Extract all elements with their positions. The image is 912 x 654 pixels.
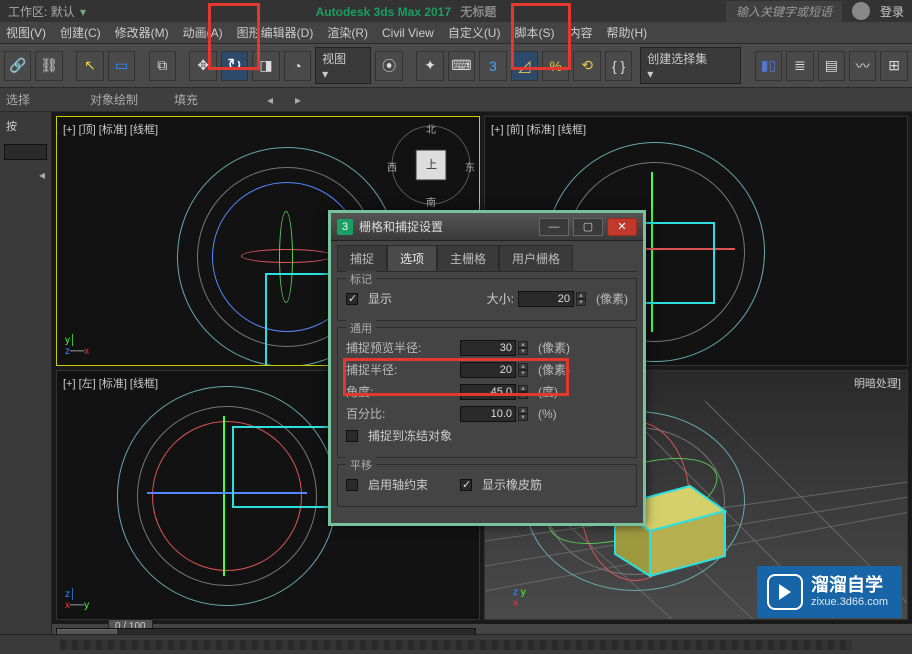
display-label: 显示 xyxy=(368,290,392,307)
group-general-title: 通用 xyxy=(346,320,376,336)
axis-constraint-label: 启用轴约束 xyxy=(368,476,428,493)
curve-editor-button[interactable]: 〰 xyxy=(849,51,876,81)
angle-label: 角度: xyxy=(346,383,456,400)
viewport-top-label: [+] [顶] [标准] [线框] xyxy=(63,121,158,137)
minimize-button[interactable]: — xyxy=(539,218,569,236)
scene-explorer-label: 按 xyxy=(0,112,51,140)
app-icon: 3 xyxy=(337,219,353,235)
menu-content[interactable]: 内容 xyxy=(568,24,592,41)
menu-animation[interactable]: 动画(A) xyxy=(183,24,223,41)
workspace-label: 工作区: 默认 ▾ xyxy=(8,3,86,20)
snap-frozen-label: 捕捉到冻结对象 xyxy=(368,427,452,444)
group-translate-title: 平移 xyxy=(346,457,376,473)
preview-radius-input[interactable] xyxy=(460,340,516,356)
viewcube-face[interactable]: 上 xyxy=(426,156,437,172)
timeline-track[interactable] xyxy=(60,640,852,650)
subbar-arrow-prev[interactable]: ◂ xyxy=(254,89,280,111)
mirror-button[interactable]: ▮▯ xyxy=(755,51,782,81)
size-label: 大小: xyxy=(487,290,514,307)
viewcube[interactable]: 上 北 南 西 东 xyxy=(389,123,473,207)
size-spinner-down[interactable]: ▾ xyxy=(576,299,586,306)
axis-constraint-checkbox[interactable] xyxy=(346,479,358,491)
percent-input[interactable] xyxy=(460,406,516,422)
select-region-button[interactable]: ▭ xyxy=(108,51,135,81)
display-checkbox[interactable] xyxy=(346,293,358,305)
percent-snap-button[interactable]: % xyxy=(542,51,569,81)
named-sel-dropdown[interactable]: 创建选择集 ▾ xyxy=(640,47,741,84)
search-input[interactable]: 输入关键字或短语 xyxy=(726,1,842,22)
layer-button[interactable]: ▤ xyxy=(818,51,845,81)
menu-rendering[interactable]: 渲染(R) xyxy=(327,24,368,41)
tab-options[interactable]: 选项 xyxy=(387,245,437,271)
menu-graph-editors[interactable]: 图形编辑器(D) xyxy=(237,24,314,41)
snap-radius-label: 捕捉半径: xyxy=(346,361,456,378)
axis-indicator-left: z│ x──y xyxy=(65,589,89,611)
close-button[interactable]: ✕ xyxy=(607,218,637,236)
viewport-front-label: [+] [前] [标准] [线框] xyxy=(491,121,586,137)
ref-coord-dropdown[interactable]: 视图 ▾ xyxy=(315,47,371,84)
spinner-snap-button[interactable]: ⟲ xyxy=(573,51,600,81)
align-button[interactable]: ≣ xyxy=(786,51,813,81)
select-manipulate-button[interactable]: ✦ xyxy=(416,51,443,81)
select-rotate-button[interactable]: ↻ xyxy=(221,51,248,81)
maximize-button[interactable]: ▢ xyxy=(573,218,603,236)
sign-in-link[interactable]: 登录 xyxy=(880,3,904,20)
edit-named-sel-button[interactable]: { } xyxy=(605,51,632,81)
menu-help[interactable]: 帮助(H) xyxy=(607,24,648,41)
menu-civilview[interactable]: Civil View xyxy=(382,26,434,40)
panel-collapse-icon[interactable]: ◂ xyxy=(0,164,51,186)
menu-view[interactable]: 视图(V) xyxy=(6,24,46,41)
play-icon xyxy=(767,574,803,610)
percent-unit: (%) xyxy=(538,407,557,421)
size-spinner-up[interactable]: ▴ xyxy=(576,292,586,299)
snap-frozen-checkbox[interactable] xyxy=(346,430,358,442)
snap-radius-input[interactable] xyxy=(460,362,516,378)
angle-unit: (度) xyxy=(538,383,558,400)
subbar-arrow-next[interactable]: ▸ xyxy=(282,89,308,111)
watermark-url: zixue.3d66.com xyxy=(811,596,888,609)
keyboard-shortcut-button[interactable]: ⌨ xyxy=(448,51,475,81)
subbar-select[interactable]: 选择 xyxy=(0,91,84,108)
dialog-titlebar[interactable]: 3 栅格和捕捉设置 — ▢ ✕ xyxy=(331,213,643,241)
use-pivot-button[interactable]: ⦿ xyxy=(375,51,402,81)
percent-label: 百分比: xyxy=(346,405,456,422)
select-move-button[interactable]: ✥ xyxy=(189,51,216,81)
rubber-band-label: 显示橡皮筋 xyxy=(482,476,542,493)
tab-user-grid[interactable]: 用户栅格 xyxy=(499,245,573,271)
unlink-button[interactable]: ⛓ xyxy=(35,51,62,81)
link-button[interactable]: 🔗 xyxy=(4,51,31,81)
menu-create[interactable]: 创建(C) xyxy=(60,24,101,41)
axis-indicator-persp: z yx xyxy=(513,587,526,609)
select-place-button[interactable]: ◔ xyxy=(284,51,311,81)
select-scale-button[interactable]: ◨ xyxy=(252,51,279,81)
menu-modifiers[interactable]: 修改器(M) xyxy=(115,24,169,41)
tab-snap[interactable]: 捕捉 xyxy=(337,245,387,271)
tab-home-grid[interactable]: 主栅格 xyxy=(437,245,499,271)
app-title: Autodesk 3ds Max 2017 无标题 xyxy=(316,3,497,20)
angle-snap-button[interactable]: ◿ xyxy=(511,51,538,81)
window-cross-button[interactable]: ⧉ xyxy=(149,51,176,81)
menu-customize[interactable]: 自定义(U) xyxy=(448,24,501,41)
angle-input[interactable] xyxy=(460,384,516,400)
user-icon[interactable] xyxy=(852,2,870,20)
watermark-title: 溜溜自学 xyxy=(811,575,888,597)
px-unit: (像素) xyxy=(596,290,628,307)
grid-snap-settings-dialog: 3 栅格和捕捉设置 — ▢ ✕ 捕捉 选项 主栅格 用户栅格 标记 显示 大小:… xyxy=(328,210,646,526)
menu-script[interactable]: 脚本(S) xyxy=(514,24,554,41)
preview-radius-label: 捕捉预览半径: xyxy=(346,339,456,356)
subbar-fill[interactable]: 填充 xyxy=(168,91,252,108)
chevron-down-icon[interactable]: ▾ xyxy=(80,5,86,19)
select-object-button[interactable]: ↖ xyxy=(76,51,103,81)
group-marker-title: 标记 xyxy=(346,271,376,287)
dialog-title: 栅格和捕捉设置 xyxy=(359,218,443,235)
axis-indicator: y│ z──x xyxy=(65,335,89,357)
rubber-band-checkbox[interactable] xyxy=(460,479,472,491)
scene-filter-input[interactable] xyxy=(4,144,47,160)
watermark-badge: 溜溜自学 zixue.3d66.com xyxy=(757,566,902,618)
size-input[interactable] xyxy=(518,291,574,307)
schematic-button[interactable]: ⊞ xyxy=(880,51,907,81)
snap-toggle-button[interactable]: 3 xyxy=(479,51,506,81)
subbar-objpaint[interactable]: 对象绘制 xyxy=(84,91,168,108)
